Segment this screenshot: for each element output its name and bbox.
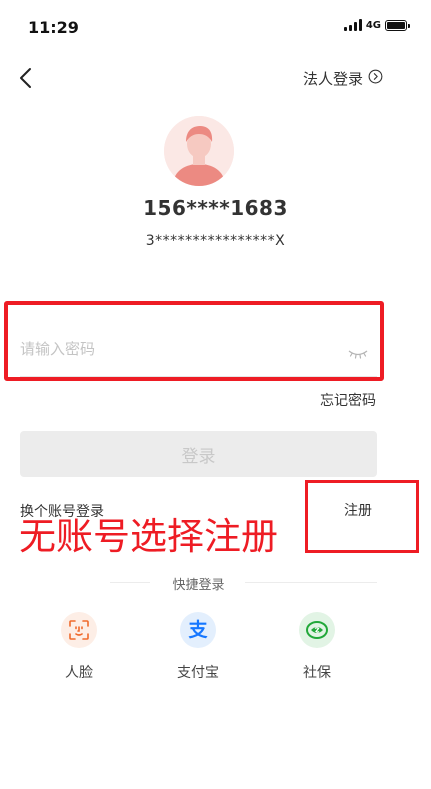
phone-number: 156****1683	[143, 196, 288, 220]
alipay-icon: 支	[180, 612, 216, 648]
status-bar: 11:29 4G	[0, 0, 431, 52]
chevron-circle-right-icon	[368, 69, 383, 88]
signal-icon	[343, 19, 362, 31]
register-link[interactable]: 注册	[344, 500, 372, 520]
quick-login-label: 人脸	[65, 665, 93, 681]
status-time: 11:29	[28, 18, 79, 37]
password-input[interactable]	[20, 340, 320, 358]
quick-login-label: 社保	[303, 665, 331, 681]
password-underline	[20, 376, 377, 377]
back-icon[interactable]	[15, 66, 39, 90]
eye-closed-icon[interactable]	[348, 345, 368, 359]
quick-login-face[interactable]: 人脸	[49, 612, 109, 682]
id-number: 3****************X	[145, 233, 286, 249]
quick-login-social-security[interactable]: 社保	[287, 612, 347, 682]
status-icons: 4G	[343, 19, 410, 31]
network-type: 4G	[365, 19, 381, 31]
avatar	[164, 116, 234, 186]
social-security-icon	[299, 612, 335, 648]
face-scan-icon	[61, 612, 97, 648]
annotation-text: 无账号选择注册	[19, 515, 278, 558]
corp-login-label: 法人登录	[302, 70, 363, 88]
login-button[interactable]: 登录	[20, 431, 377, 477]
forgot-password-link[interactable]: 忘记密码	[320, 390, 376, 410]
battery-icon	[385, 19, 410, 31]
quick-login-alipay[interactable]: 支 支付宝	[168, 612, 228, 682]
quick-login-title: 快捷登录	[172, 578, 225, 593]
quick-login-label: 支付宝	[177, 665, 219, 681]
corp-login-link[interactable]: 法人登录	[303, 68, 383, 89]
